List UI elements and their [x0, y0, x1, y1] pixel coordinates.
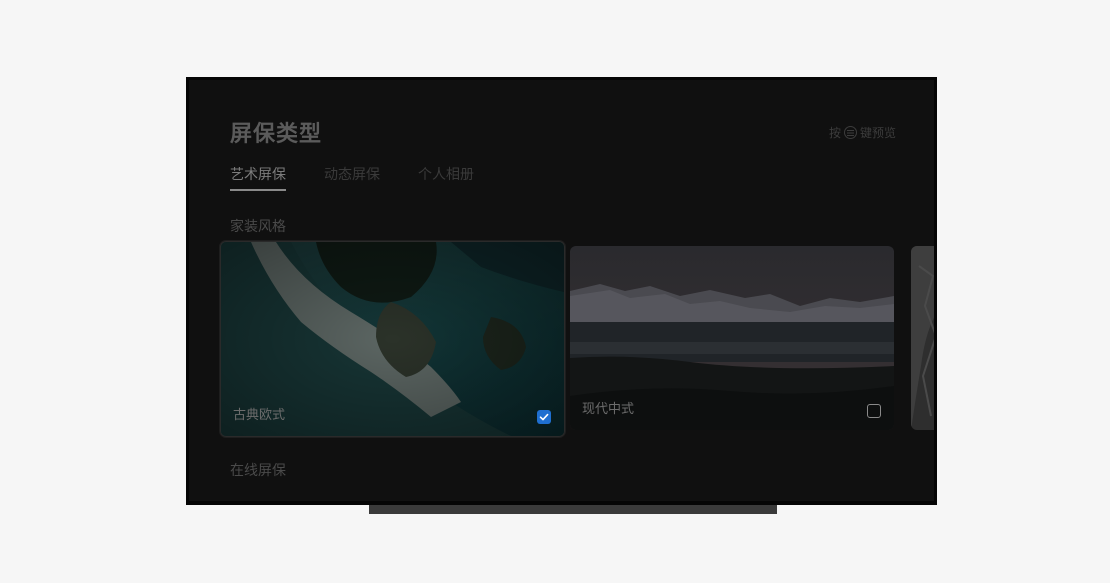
checkbox-checked[interactable] [537, 410, 551, 424]
tv-stand [369, 505, 777, 514]
partial-rock-image [911, 246, 934, 430]
section-home-style: 家装风格 [230, 219, 286, 235]
card-label: 古典欧式 [233, 408, 286, 423]
tab-personal-album[interactable]: 个人相册 [418, 164, 474, 191]
tv-screen: 屏保类型 按 键预览 艺术屏保 动态屏保 个人相册 家装风格 古典欧式 现代中式… [189, 80, 934, 501]
preview-hint: 按 键预览 [829, 124, 896, 141]
tab-bar: 艺术屏保 动态屏保 个人相册 [230, 164, 474, 191]
checkbox-unchecked[interactable] [867, 404, 881, 418]
menu-icon [843, 126, 857, 139]
screensaver-card-modern-chinese[interactable]: 现代中式 [570, 246, 894, 430]
screensaver-card-classic-european[interactable]: 古典欧式 [220, 241, 565, 437]
page-title: 屏保类型 [230, 122, 323, 147]
screensaver-card-partial[interactable] [911, 246, 934, 430]
tv-frame: 屏保类型 按 键预览 艺术屏保 动态屏保 个人相册 家装风格 古典欧式 现代中式… [186, 77, 937, 505]
checkmark-icon [539, 413, 549, 421]
hint-suffix: 键预览 [859, 126, 896, 140]
section-online-screensaver: 在线屏保 [230, 463, 286, 479]
hint-prefix: 按 [828, 126, 841, 140]
tab-art-screensaver[interactable]: 艺术屏保 [230, 164, 286, 191]
card-label: 现代中式 [582, 402, 635, 417]
tab-dynamic-screensaver[interactable]: 动态屏保 [324, 164, 380, 191]
